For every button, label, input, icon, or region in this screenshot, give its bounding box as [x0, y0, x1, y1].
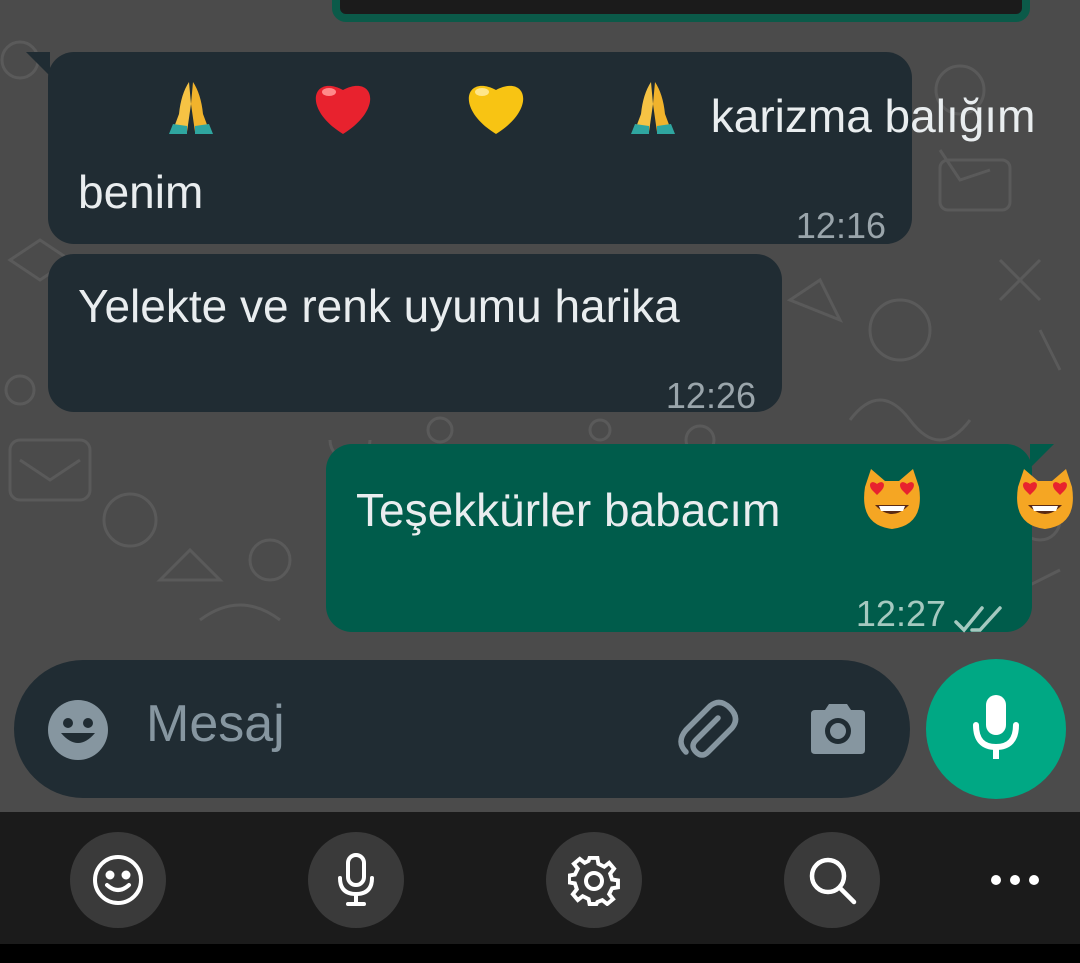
red-heart-emoji [231, 2, 380, 230]
gear-icon [568, 855, 620, 906]
message-input[interactable]: Mesaj [146, 694, 285, 754]
microphone-icon [338, 853, 374, 906]
keyboard-toolbar [0, 812, 1080, 944]
keyboard-more-button[interactable] [980, 862, 1050, 898]
keyboard-emoji-button[interactable] [70, 832, 166, 928]
navigation-bar [0, 944, 1080, 963]
message-text: benim [78, 166, 204, 218]
voice-record-button[interactable] [926, 659, 1066, 799]
message-text: Yelekte ve renk uyumu harika [78, 280, 680, 332]
camera-icon[interactable] [806, 700, 870, 758]
yellow-heart-emoji [383, 2, 532, 230]
more-dots-icon [991, 875, 1039, 885]
message-text: karizma balığım [710, 90, 1036, 142]
smiley-icon [93, 855, 143, 905]
message-outgoing[interactable]: Teşekkürler babacım 12:27 [326, 444, 1073, 634]
microphone-icon [970, 691, 1022, 768]
message-incoming[interactable]: Yelekte ve renk uyumu harika 12:26 [48, 254, 782, 416]
read-receipt-double-check-icon [954, 584, 1004, 656]
message-text: Teşekkürler babacım [356, 484, 781, 536]
keyboard-voice-button[interactable] [308, 832, 404, 928]
message-composer[interactable]: Mesaj [14, 660, 910, 798]
bubble-tail [26, 52, 50, 76]
attachment-paperclip-icon[interactable] [674, 696, 740, 762]
message-time: 12:27 [855, 593, 946, 634]
message-time: 12:26 [665, 375, 756, 416]
message-incoming[interactable]: karizma balığım benim 12:16 [48, 52, 1035, 246]
keyboard-search-button[interactable] [784, 832, 880, 928]
search-icon [809, 857, 857, 905]
emoji-picker-icon[interactable] [46, 698, 110, 762]
folded-hands-emoji [544, 2, 685, 230]
keyboard-settings-button[interactable] [546, 832, 642, 928]
message-time: 12:16 [795, 205, 886, 246]
